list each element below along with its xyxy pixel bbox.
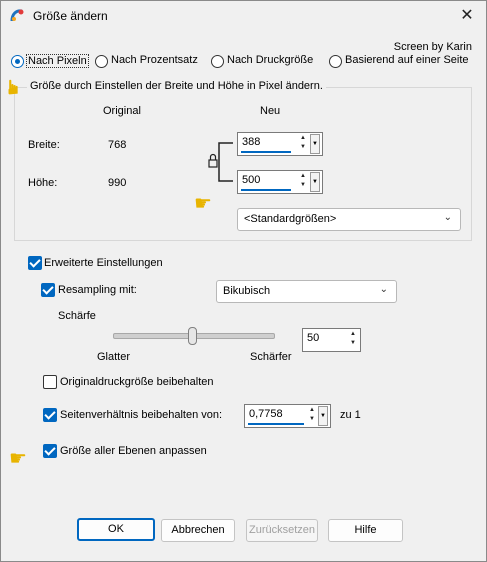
radio-basierend-seite[interactable] (329, 55, 342, 68)
help-button[interactable]: Hilfe (328, 519, 403, 542)
close-icon[interactable]: ✕ (456, 6, 478, 26)
keep-print-size-label[interactable]: Originaldruckgröße beibehalten (60, 376, 213, 388)
radio-nach-druckgroesse[interactable] (211, 55, 224, 68)
new-width-value[interactable]: 388 (242, 136, 260, 148)
sharpness-value[interactable]: 50 (307, 332, 319, 344)
preset-size-select[interactable]: <Standardgrößen> ⌄ (237, 208, 461, 231)
resampling-checkbox[interactable] (41, 283, 55, 297)
resampling-method-select[interactable]: Bikubisch ⌄ (216, 280, 397, 303)
keep-aspect-checkbox[interactable] (43, 408, 57, 422)
width-dropdown-icon[interactable]: ▼ (310, 134, 320, 154)
app-icon (10, 9, 24, 22)
pointing-hand-icon: ☛ (2, 78, 25, 96)
column-original: Original (103, 105, 141, 117)
slider-max-label: Schärfer (250, 351, 292, 363)
height-label: Höhe: (28, 177, 58, 189)
advanced-settings-checkbox[interactable] (28, 256, 42, 270)
new-height-spinner[interactable]: 500 ▲ ▼ ▼ (237, 170, 323, 194)
radio-nach-prozentsatz[interactable] (95, 55, 108, 68)
sharpness-label: Schärfe (58, 310, 96, 322)
ok-button[interactable]: OK (77, 518, 155, 541)
new-width-spinner[interactable]: 388 ▲ ▼ ▼ (237, 132, 323, 156)
sharpness-slider-thumb[interactable] (188, 327, 197, 345)
width-label: Breite: (28, 139, 60, 151)
original-width: 768 (108, 139, 127, 151)
resize-all-layers-label[interactable]: Größe aller Ebenen anpassen (60, 445, 207, 457)
height-spin-arrows[interactable]: ▲ ▼ (299, 172, 307, 190)
chevron-down-icon[interactable]: ⌄ (444, 212, 452, 223)
original-height: 990 (108, 177, 127, 189)
sharpness-spinner[interactable]: 50 ▲ ▼ (302, 328, 361, 352)
resize-dialog: Größe ändern ✕ Screen by Karin Nach Pixe… (0, 0, 487, 562)
keep-print-size-checkbox[interactable] (43, 375, 57, 389)
preset-size-value[interactable]: <Standardgrößen> (244, 213, 336, 225)
radio-nach-prozentsatz-label[interactable]: Nach Prozentsatz (111, 54, 198, 66)
slider-min-label: Glatter (97, 351, 131, 363)
pointing-hand-icon: ☛ (194, 193, 212, 215)
resampling-label[interactable]: Resampling mit: (58, 284, 137, 296)
aspect-link-bracket (208, 142, 233, 182)
pixel-group-label: Größe durch Einstellen der Breite und Hö… (27, 80, 326, 92)
aspect-suffix: zu 1 (340, 409, 361, 421)
keep-aspect-label[interactable]: Seitenverhältnis beibehalten von: (60, 409, 222, 421)
aspect-ratio-value[interactable]: 0,7758 (249, 408, 283, 420)
aspect-dropdown-icon[interactable]: ▼ (318, 406, 328, 426)
advanced-settings-label[interactable]: Erweiterte Einstellungen (44, 257, 163, 269)
new-height-value[interactable]: 500 (242, 174, 260, 186)
pointing-hand-icon: ☛ (9, 448, 27, 470)
reset-button: Zurücksetzen (246, 519, 318, 542)
cancel-button[interactable]: Abbrechen (161, 519, 235, 542)
radio-nach-pixeln-label[interactable]: Nach Pixeln (26, 54, 89, 68)
radio-basierend-seite-label[interactable]: Basierend auf einer Seite (345, 54, 469, 66)
resampling-method-value[interactable]: Bikubisch (223, 285, 270, 297)
aspect-spin-arrows[interactable]: ▲ ▼ (308, 406, 316, 424)
resize-all-layers-checkbox[interactable] (43, 444, 57, 458)
title-bar: Größe ändern ✕ (1, 1, 486, 32)
credit-text: Screen by Karin (393, 41, 472, 53)
window-title: Größe ändern (33, 9, 108, 23)
width-spin-arrows[interactable]: ▲ ▼ (299, 134, 307, 152)
column-new: Neu (260, 105, 281, 117)
aspect-ratio-spinner[interactable]: 0,7758 ▲ ▼ ▼ (244, 404, 331, 428)
height-dropdown-icon[interactable]: ▼ (310, 172, 320, 192)
chevron-down-icon[interactable]: ⌄ (380, 284, 388, 295)
radio-nach-druckgroesse-label[interactable]: Nach Druckgröße (227, 54, 313, 66)
radio-nach-pixeln[interactable] (11, 55, 24, 68)
sharpness-spin-arrows[interactable]: ▲ ▼ (349, 330, 357, 348)
